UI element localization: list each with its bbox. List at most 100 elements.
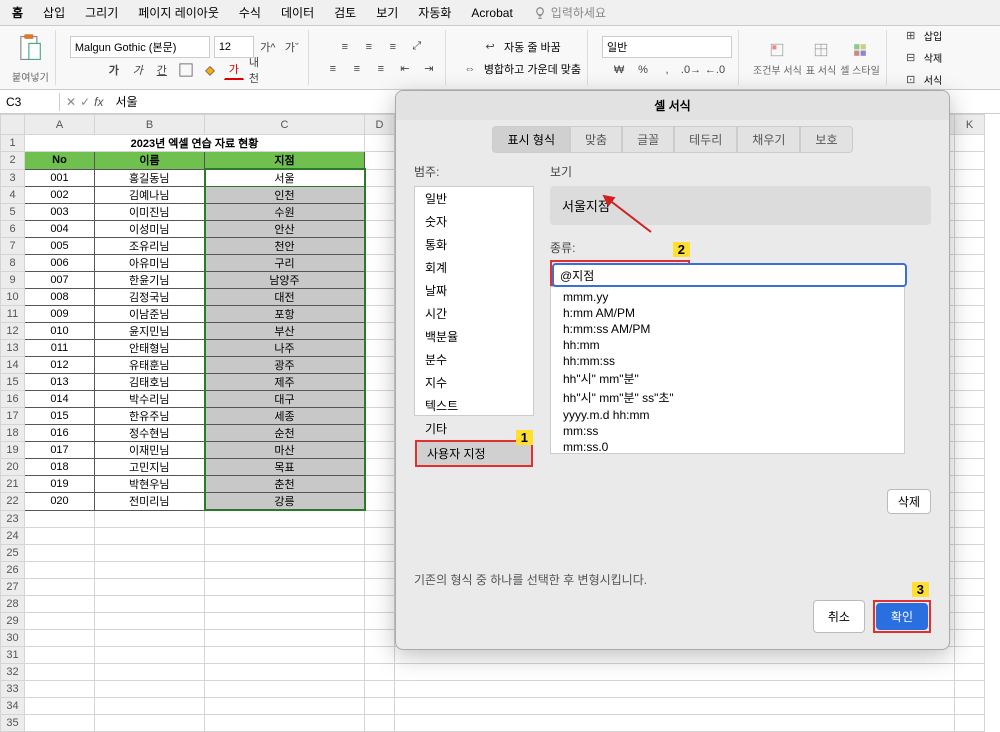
dialog-tab-border[interactable]: 테두리 — [674, 126, 737, 153]
row-header[interactable]: 4 — [1, 187, 25, 204]
type-option[interactable]: hh:mm:ss — [551, 353, 904, 369]
row-header[interactable]: 24 — [1, 527, 25, 544]
cell[interactable] — [95, 561, 205, 578]
cell[interactable]: 안태형님 — [95, 340, 205, 357]
currency-icon[interactable]: ₩ — [609, 60, 629, 80]
cell[interactable] — [205, 714, 365, 731]
category-item[interactable]: 시간 — [415, 302, 533, 325]
cell[interactable] — [95, 578, 205, 595]
cell[interactable] — [365, 595, 395, 612]
cell[interactable]: 홍길동님 — [95, 169, 205, 187]
cell[interactable] — [205, 646, 365, 663]
cell[interactable]: 005 — [25, 238, 95, 255]
cell[interactable]: 대구 — [205, 391, 365, 408]
cell[interactable] — [25, 612, 95, 629]
row-header[interactable]: 2 — [1, 152, 25, 170]
cell[interactable] — [95, 544, 205, 561]
cell[interactable] — [955, 255, 985, 272]
col-header-A[interactable]: A — [25, 115, 95, 135]
cell[interactable] — [955, 357, 985, 374]
cell[interactable] — [955, 238, 985, 255]
dialog-tab-font[interactable]: 글꼴 — [622, 126, 674, 153]
cell[interactable]: 이성미님 — [95, 221, 205, 238]
cell[interactable]: 이미진님 — [95, 204, 205, 221]
cell[interactable] — [365, 238, 395, 255]
cell[interactable] — [955, 323, 985, 340]
row-header[interactable]: 29 — [1, 612, 25, 629]
cell[interactable] — [365, 169, 395, 187]
category-item[interactable]: 숫자 — [415, 210, 533, 233]
cell[interactable]: 아유미님 — [95, 255, 205, 272]
inc-decimal-icon[interactable]: .0→ — [681, 60, 701, 80]
font-color-button[interactable]: 가 — [224, 60, 244, 80]
cell[interactable]: 020 — [25, 493, 95, 511]
cell[interactable] — [25, 527, 95, 544]
cell[interactable] — [955, 612, 985, 629]
tab-review[interactable]: 검토 — [334, 4, 356, 21]
cell[interactable] — [365, 425, 395, 442]
row-header[interactable]: 26 — [1, 561, 25, 578]
tab-acrobat[interactable]: Acrobat — [471, 6, 512, 20]
cell[interactable] — [95, 595, 205, 612]
dialog-tab-alignment[interactable]: 맞춤 — [570, 126, 622, 153]
category-item[interactable]: 날짜 — [415, 279, 533, 302]
cell[interactable] — [395, 663, 955, 680]
cell[interactable]: 마산 — [205, 442, 365, 459]
cell[interactable] — [205, 629, 365, 646]
type-option[interactable]: mm:ss — [551, 423, 904, 439]
row-header[interactable]: 28 — [1, 595, 25, 612]
cell[interactable]: 008 — [25, 289, 95, 306]
insert-cells-label[interactable]: 삽입 — [924, 28, 942, 43]
type-option[interactable]: h:mm:ss AM/PM — [551, 321, 904, 337]
cell[interactable]: 011 — [25, 340, 95, 357]
cell[interactable] — [955, 578, 985, 595]
bold-button[interactable]: 가 — [104, 60, 124, 80]
type-list[interactable]: mmm.yyh:mm AM/PMh:mm:ss AM/PMhh:mmhh:mm:… — [550, 286, 905, 454]
cell[interactable]: 고민지님 — [95, 459, 205, 476]
align-top-icon[interactable]: ≡ — [335, 37, 355, 57]
row-header[interactable]: 18 — [1, 425, 25, 442]
cell[interactable] — [955, 187, 985, 204]
cell[interactable]: 정수현님 — [95, 425, 205, 442]
cell[interactable]: 박수리님 — [95, 391, 205, 408]
tab-insert[interactable]: 삽입 — [43, 4, 65, 21]
cell[interactable]: 조유리님 — [95, 238, 205, 255]
cell[interactable] — [365, 561, 395, 578]
cell[interactable]: 016 — [25, 425, 95, 442]
cell[interactable] — [955, 561, 985, 578]
cell[interactable] — [365, 152, 395, 170]
category-item[interactable]: 회계 — [415, 256, 533, 279]
tell-me[interactable]: 입력하세요 — [533, 4, 606, 21]
cell[interactable] — [365, 255, 395, 272]
row-header[interactable]: 27 — [1, 578, 25, 595]
cell[interactable] — [95, 663, 205, 680]
cell[interactable] — [25, 663, 95, 680]
row-header[interactable]: 9 — [1, 272, 25, 289]
cell[interactable]: 001 — [25, 169, 95, 187]
cell[interactable] — [205, 561, 365, 578]
cell[interactable] — [25, 629, 95, 646]
cell[interactable] — [365, 323, 395, 340]
tab-layout[interactable]: 페이지 레이아웃 — [138, 4, 219, 21]
cell[interactable] — [95, 629, 205, 646]
row-header[interactable]: 16 — [1, 391, 25, 408]
row-header[interactable]: 1 — [1, 135, 25, 152]
align-middle-icon[interactable]: ≡ — [359, 37, 379, 57]
underline-button[interactable]: 간 — [152, 60, 172, 80]
cell[interactable]: 012 — [25, 357, 95, 374]
cell[interactable] — [955, 459, 985, 476]
tab-home[interactable]: 홈 — [12, 4, 23, 21]
comma-icon[interactable]: , — [657, 60, 677, 80]
cell[interactable] — [205, 663, 365, 680]
number-format-select[interactable] — [602, 36, 732, 58]
cell[interactable]: 004 — [25, 221, 95, 238]
cell[interactable] — [955, 272, 985, 289]
cell[interactable]: 003 — [25, 204, 95, 221]
col-header-D[interactable]: D — [365, 115, 395, 135]
cell[interactable] — [955, 408, 985, 425]
cell[interactable] — [205, 697, 365, 714]
cell[interactable] — [955, 425, 985, 442]
format-cells-label[interactable]: 서식 — [924, 72, 942, 87]
cell[interactable] — [95, 510, 205, 527]
merge-center-label[interactable]: 병합하고 가운데 맞춤 — [484, 61, 581, 77]
